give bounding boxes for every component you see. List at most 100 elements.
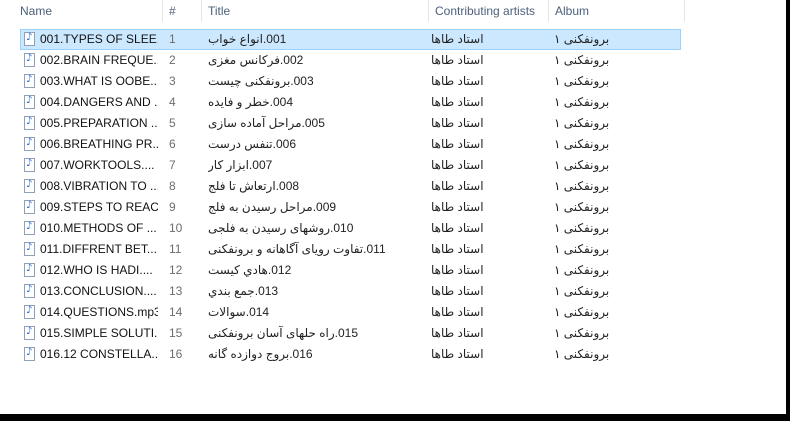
contributing-artist: استاد طاها — [431, 179, 484, 193]
track-title: 005.مراحل آماده سازی — [208, 116, 325, 130]
track-number: 10 — [169, 221, 183, 235]
file-name: 002.BRAIN FREQUE... — [40, 53, 158, 67]
column-header-number[interactable]: # — [163, 0, 201, 22]
track-title: 013.جمع بندي — [208, 284, 279, 298]
album-name: برونفکنی ۱ — [554, 263, 610, 277]
column-header-artists[interactable]: Contributing artists — [429, 0, 548, 22]
track-number: 13 — [169, 284, 183, 298]
file-name: 006.BREATHING PR... — [40, 137, 158, 151]
file-name: 014.QUESTIONS.mp3 — [40, 305, 158, 319]
track-title: 009.مراحل رسیدن به فلج — [208, 200, 337, 214]
audio-file-icon — [24, 347, 35, 361]
table-row[interactable]: 007.WORKTOOLS.... 7 007.ابزار کار استاد طاه… — [20, 155, 681, 176]
contributing-artist: استاد طاها — [431, 305, 484, 319]
contributing-artist: استاد طاها — [431, 137, 484, 151]
track-title: 004.خطر و فایده — [208, 95, 294, 109]
file-name: 012.WHO IS HADI.... — [40, 263, 153, 277]
contributing-artist: استاد طاها — [431, 116, 484, 130]
audio-file-icon — [24, 158, 35, 172]
album-name: برونفکنی ۱ — [554, 137, 610, 151]
track-title: 006.تنفس درست — [208, 137, 297, 151]
column-header-title[interactable]: Title — [202, 0, 428, 22]
table-row[interactable]: 003.WHAT IS OOBE... 3 003.برونفکنی چیست است… — [20, 71, 681, 92]
contributing-artist: استاد طاها — [431, 347, 484, 361]
album-name: برونفکنی ۱ — [554, 179, 610, 193]
table-row[interactable]: 014.QUESTIONS.mp3 14 014.سوالات استاد طاها ب… — [20, 302, 681, 323]
column-divider[interactable] — [684, 0, 685, 22]
table-row[interactable]: 009.STEPS TO REAC... 9 009.مراحل رسیدن به … — [20, 197, 681, 218]
album-name: برونفکنی ۱ — [554, 221, 610, 235]
track-number: 11 — [169, 242, 182, 256]
track-title: 010.روشهای رسیدن به فلجی — [208, 221, 354, 235]
track-title: 012.هادي كيست — [208, 263, 292, 277]
file-name: 015.SIMPLE SOLUTI... — [40, 326, 158, 340]
file-list-window: Name # Title Contributing artists Album … — [0, 0, 786, 414]
album-name: برونفکنی ۱ — [554, 95, 610, 109]
file-name: 013.CONCLUSION.... — [40, 284, 157, 298]
file-name: 007.WORKTOOLS.... — [40, 158, 155, 172]
file-name: 004.DANGERS AND ... — [40, 95, 158, 109]
track-number: 12 — [169, 263, 183, 277]
table-row[interactable]: 013.CONCLUSION.... 13 013.جمع بندي استاد طا… — [20, 281, 681, 302]
track-number: 7 — [169, 158, 176, 172]
contributing-artist: استاد طاها — [431, 200, 484, 214]
track-title: 008.ارتعاش تا فلج — [208, 179, 300, 193]
audio-file-icon — [24, 284, 35, 298]
table-row[interactable]: 011.DIFFRENT BET... 11 011.تفاوت رویای آگا… — [20, 239, 681, 260]
contributing-artist: استاد طاها — [431, 326, 484, 340]
album-name: برونفکنی ۱ — [554, 200, 610, 214]
album-name: برونفکنی ۱ — [554, 116, 610, 130]
audio-file-icon — [24, 74, 35, 88]
track-title: 015.راه حلهای آسان برونفکنی — [208, 326, 359, 340]
file-name: 003.WHAT IS OOBE... — [40, 74, 158, 88]
track-number: 6 — [169, 137, 176, 151]
column-header-name[interactable]: Name — [14, 0, 162, 22]
track-title: 016.بروج دوازده گانه — [208, 347, 313, 361]
track-number: 2 — [169, 53, 176, 67]
table-row[interactable]: 015.SIMPLE SOLUTI... 15 015.راه حلهای آسان… — [20, 323, 681, 344]
contributing-artist: استاد طاها — [431, 221, 484, 235]
column-header-album[interactable]: Album — [549, 0, 684, 22]
audio-file-icon — [24, 221, 35, 235]
album-name: برونفکنی ۱ — [554, 32, 610, 46]
contributing-artist: استاد طاها — [431, 158, 484, 172]
audio-file-icon — [24, 242, 35, 256]
table-row[interactable]: 008.VIBRATION TO ... 8 008.ارتعاش تا فلج اس… — [20, 176, 681, 197]
album-name: برونفکنی ۱ — [554, 242, 610, 256]
table-row[interactable]: 006.BREATHING PR... 6 006.تنفس درست استاد ط… — [20, 134, 681, 155]
contributing-artist: استاد طاها — [431, 74, 484, 88]
album-name: برونفکنی ۱ — [554, 284, 610, 298]
contributing-artist: استاد طاها — [431, 263, 484, 277]
table-row[interactable]: 010.METHODS OF ... 10 010.روشهای رسیدن به … — [20, 218, 681, 239]
track-number: 8 — [169, 179, 176, 193]
track-number: 15 — [169, 326, 183, 340]
file-name: 011.DIFFRENT BET... — [40, 242, 157, 256]
track-title: 001.انواع خواب — [208, 32, 287, 46]
table-row[interactable]: 004.DANGERS AND ... 4 004.خطر و فایده استاد… — [20, 92, 681, 113]
table-row[interactable]: 012.WHO IS HADI.... 12 012.هادي كيست استاد … — [20, 260, 681, 281]
audio-file-icon — [24, 32, 35, 46]
contributing-artist: استاد طاها — [431, 284, 484, 298]
table-row[interactable]: 016.12 CONSTELLA... 16 016.بروج دوازده گان… — [20, 344, 681, 365]
table-row[interactable]: 005.PREPARATION ... 5 005.مراحل آماده سازی… — [20, 113, 681, 134]
file-name: 009.STEPS TO REAC... — [40, 200, 158, 214]
album-name: برونفکنی ۱ — [554, 305, 610, 319]
audio-file-icon — [24, 95, 35, 109]
album-name: برونفکنی ۱ — [554, 158, 610, 172]
file-name: 010.METHODS OF ... — [40, 221, 157, 235]
file-name: 016.12 CONSTELLA... — [40, 347, 158, 361]
table-row[interactable]: 001.TYPES OF SLEE... 1 001.انواع خواب استاد… — [20, 29, 681, 50]
contributing-artist: استاد طاها — [431, 32, 484, 46]
track-title: 007.ابزار کار — [208, 158, 273, 172]
file-name: 005.PREPARATION ... — [40, 116, 158, 130]
audio-file-icon — [24, 137, 35, 151]
audio-file-icon — [24, 116, 35, 130]
audio-file-icon — [24, 263, 35, 277]
audio-file-icon — [24, 326, 35, 340]
album-name: برونفکنی ۱ — [554, 347, 610, 361]
table-row[interactable]: 002.BRAIN FREQUE... 2 002.فرکانس مغزی استاد… — [20, 50, 681, 71]
track-number: 5 — [169, 116, 176, 130]
track-number: 1 — [169, 32, 176, 46]
track-number: 9 — [169, 200, 176, 214]
track-title: 014.سوالات — [208, 305, 270, 319]
